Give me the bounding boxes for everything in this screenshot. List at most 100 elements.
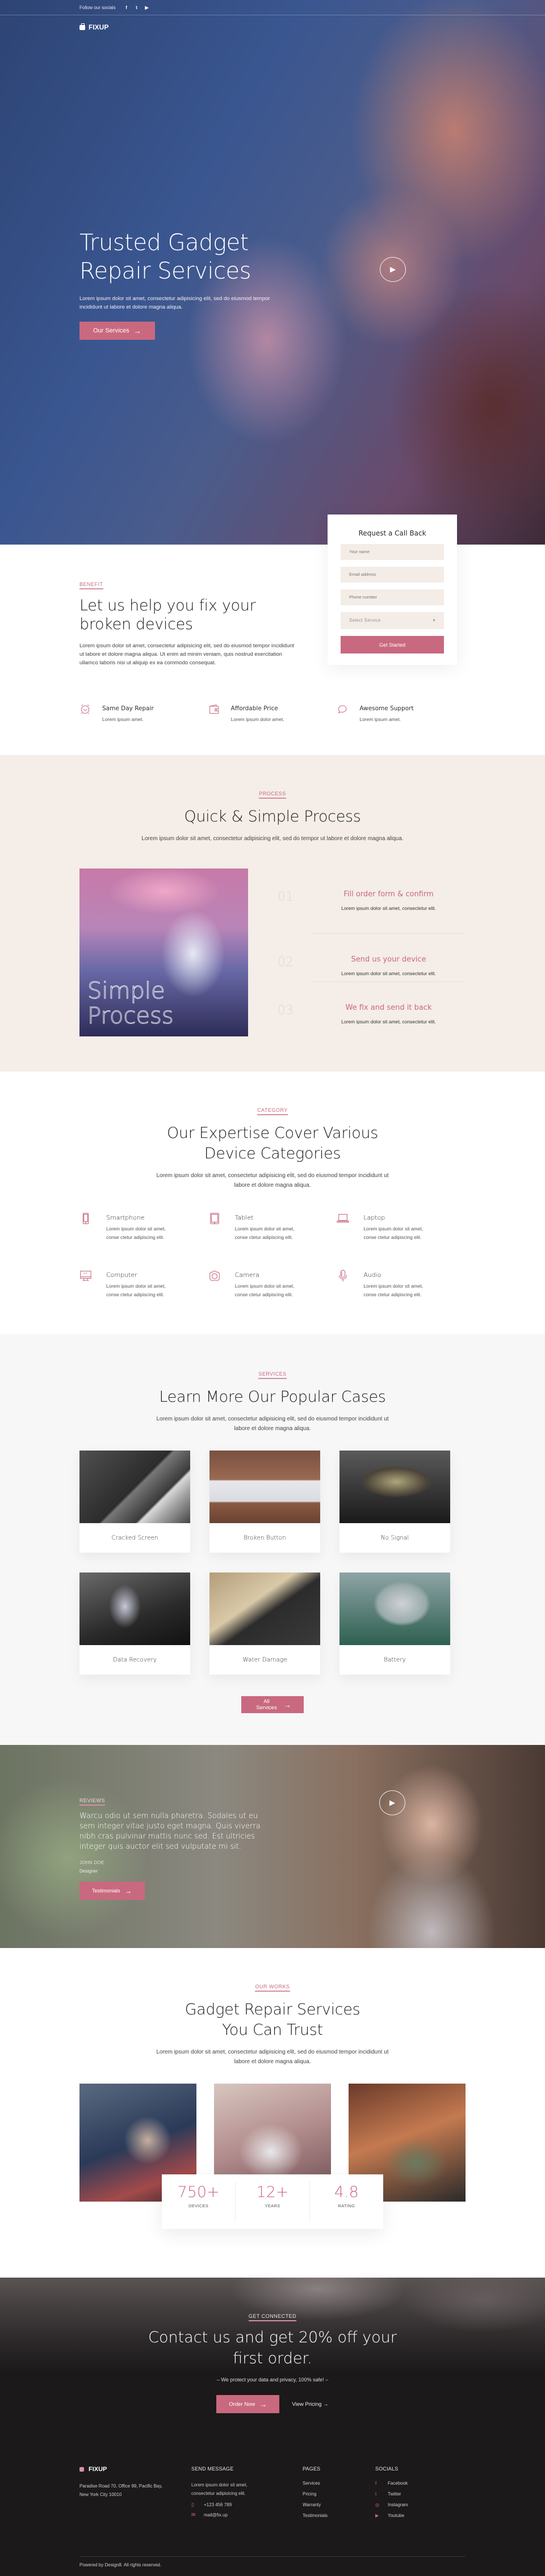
phone-icon: ▯ xyxy=(191,2502,194,2507)
top-bar: Follow our socials f t ▶ xyxy=(0,0,545,15)
footer-social-youtube[interactable]: ▶ Youtube xyxy=(375,2513,466,2524)
cta-section: GET CONNECTED Contact us and get 20% off… xyxy=(0,2278,545,2449)
youtube-icon[interactable]: ▶ xyxy=(144,5,150,10)
wallet-icon xyxy=(209,704,219,714)
footer-link-services[interactable]: Services xyxy=(303,2481,375,2491)
view-pricing-link[interactable]: View Pricing → xyxy=(292,2401,328,2408)
cases-section: SERVICES Learn More Our Popular Cases Lo… xyxy=(0,1334,545,1745)
case-image xyxy=(339,1572,450,1645)
hero-description: Lorem ipsum dolor sit amet, consectetur … xyxy=(79,296,270,310)
name-input[interactable] xyxy=(341,544,444,560)
step-number: 01 xyxy=(278,890,294,904)
computer-icon xyxy=(80,1271,91,1281)
category-item[interactable]: Smartphone Lorem ipsum dolor sit amet, co… xyxy=(79,1212,208,1242)
twitter-icon[interactable]: t xyxy=(134,5,140,10)
footer-logo[interactable]: FIXUP xyxy=(79,2466,191,2473)
mail-icon: ✉ xyxy=(191,2512,196,2518)
facebook-icon: f xyxy=(375,2481,377,2486)
category-title: Tablet xyxy=(234,1214,254,1221)
category-item[interactable]: Tablet Lorem ipsum dolor sit amet, conse … xyxy=(208,1212,337,1242)
process-step: 03 We fix and send it back Lorem ipsum do… xyxy=(278,982,466,1030)
arrow-right-icon: → xyxy=(124,1886,132,1895)
hero-section: Follow our socials f t ▶ FIXUP Trusted G… xyxy=(0,0,545,665)
category-title: Computer xyxy=(106,1271,137,1279)
step-title: Fill order form & confirm xyxy=(343,890,434,899)
category-text: Lorem ipsum dolor sit amet, conse ctetur… xyxy=(363,1226,424,1240)
case-image xyxy=(209,1451,320,1523)
button-label: Our Services xyxy=(93,327,129,334)
laptop-icon xyxy=(337,1214,349,1222)
facebook-icon[interactable]: f xyxy=(124,5,129,10)
category-item[interactable]: Laptop Lorem ipsum dolor sit amet, conse … xyxy=(337,1212,466,1242)
review-quote: Warcu odio ut sem nulla pharetra. Sodale… xyxy=(79,1812,261,1851)
category-item[interactable]: Audio Lorem ipsum dolor sit amet, conse c… xyxy=(337,1269,466,1299)
arrow-right-icon: → xyxy=(259,2400,267,2409)
step-text: Lorem ipsum dolor sit amet, consectetur … xyxy=(341,1019,436,1025)
footer-phone[interactable]: ▯ +123 456 789 xyxy=(191,2502,303,2508)
section-tag: REVIEWS xyxy=(79,1798,106,1806)
section-tag: PROCESS xyxy=(259,791,286,799)
case-grid: Cracked Screen Broken Button No Signal D… xyxy=(79,1451,466,1675)
social-links: f t ▶ xyxy=(124,5,150,10)
order-now-button[interactable]: Order Now → xyxy=(216,2395,280,2413)
case-card[interactable]: Water Damage xyxy=(209,1572,320,1675)
footer-link-testimonials[interactable]: Testimonials xyxy=(303,2513,375,2524)
footer-social-twitter[interactable]: t Twitter xyxy=(375,2491,466,2502)
category-text: Lorem ipsum dolor sit amet, conse ctetur… xyxy=(106,1226,166,1240)
category-text: Lorem ipsum dolor sit amet, conse ctetur… xyxy=(106,1283,166,1297)
step-title: We fix and send it back xyxy=(345,1004,432,1012)
footer-social-instagram[interactable]: ◎ Instagram xyxy=(375,2502,466,2513)
footer-link-pricing[interactable]: Pricing xyxy=(303,2491,375,2502)
logo[interactable]: FIXUP xyxy=(79,23,466,31)
category-title: Audio xyxy=(363,1271,382,1279)
case-image xyxy=(339,1451,450,1523)
callback-title: Request a Call Back xyxy=(358,529,426,537)
stat-label: DEVICES xyxy=(188,2203,209,2208)
feature-text: Lorem ipsum dolor amet. xyxy=(230,716,284,722)
testimonials-button[interactable]: Testimonials → xyxy=(79,1882,145,1900)
process-steps: 01 Fill order form & confirm Lorem ipsum … xyxy=(278,868,466,1030)
stat-label: YEARS xyxy=(265,2203,280,2208)
stat-item: 12+ YEARS xyxy=(236,2181,310,2222)
benefit-text: Lorem ipsum dolor sit amet, consectetur … xyxy=(79,643,295,666)
case-card[interactable]: Data Recovery xyxy=(79,1572,190,1675)
step-text: Lorem ipsum dolor sit amet, consectetur … xyxy=(341,905,436,911)
social-label: Facebook xyxy=(388,2481,408,2486)
cases-subtitle: Lorem ipsum dolor sit amet, consectetur … xyxy=(156,1416,389,1432)
step-number: 02 xyxy=(278,955,294,969)
feature-item: Affordable Price Lorem ipsum dolor amet. xyxy=(208,703,337,722)
footer-email[interactable]: ✉ mail@fix.up xyxy=(191,2512,303,2518)
category-title: Smartphone xyxy=(106,1214,145,1221)
smartphone-icon xyxy=(82,1213,89,1224)
case-card[interactable]: Cracked Screen xyxy=(79,1451,190,1553)
feature-title: Affordable Price xyxy=(230,705,278,712)
case-card[interactable]: No Signal xyxy=(339,1451,450,1553)
benefit-section: BENEFIT Let us help you fix your broken … xyxy=(0,545,545,755)
button-label: All Services xyxy=(256,1698,277,1711)
process-image: Simple Process xyxy=(79,868,248,1036)
play-video-button[interactable]: ▶ xyxy=(379,1790,405,1815)
process-image-label: Simple Process xyxy=(87,978,174,1029)
arrow-right-icon: → xyxy=(323,2401,329,2408)
our-services-button[interactable]: Our Services → xyxy=(79,322,155,340)
reviews-section: REVIEWS Warcu odio ut sem nulla pharetra… xyxy=(0,1745,545,1948)
hero-title: Trusted Gadget Repair Services xyxy=(79,230,251,284)
play-video-button[interactable]: ▶ xyxy=(380,257,406,282)
cta-note: – We protect your data and privacy, 100%… xyxy=(216,2377,329,2383)
category-item[interactable]: Camera Lorem ipsum dolor sit amet, conse … xyxy=(208,1269,337,1299)
stat-value: 4.8 xyxy=(334,2183,359,2201)
button-label: Order Now xyxy=(229,2401,255,2408)
stats-panel: 750+ DEVICES 12+ YEARS 4.8 RATING xyxy=(162,2174,383,2229)
category-item[interactable]: Computer Lorem ipsum dolor sit amet, cons… xyxy=(79,1269,208,1299)
footer-social-facebook[interactable]: f Facebook xyxy=(375,2481,466,2491)
case-card[interactable]: Battery xyxy=(339,1572,450,1675)
section-tag: GET CONNECTED xyxy=(248,2313,297,2321)
phone-number: +123 456 789 xyxy=(204,2502,232,2507)
footer-link-warranty[interactable]: Warranty xyxy=(303,2502,375,2513)
case-title: Battery xyxy=(384,1656,406,1663)
brand-name: FIXUP xyxy=(89,23,109,31)
all-services-button[interactable]: All Services → xyxy=(241,1696,304,1713)
case-card[interactable]: Broken Button xyxy=(209,1451,320,1553)
categories-title: Our Expertise Cover Various Device Categ… xyxy=(166,1124,379,1162)
category-title: Laptop xyxy=(363,1214,385,1221)
